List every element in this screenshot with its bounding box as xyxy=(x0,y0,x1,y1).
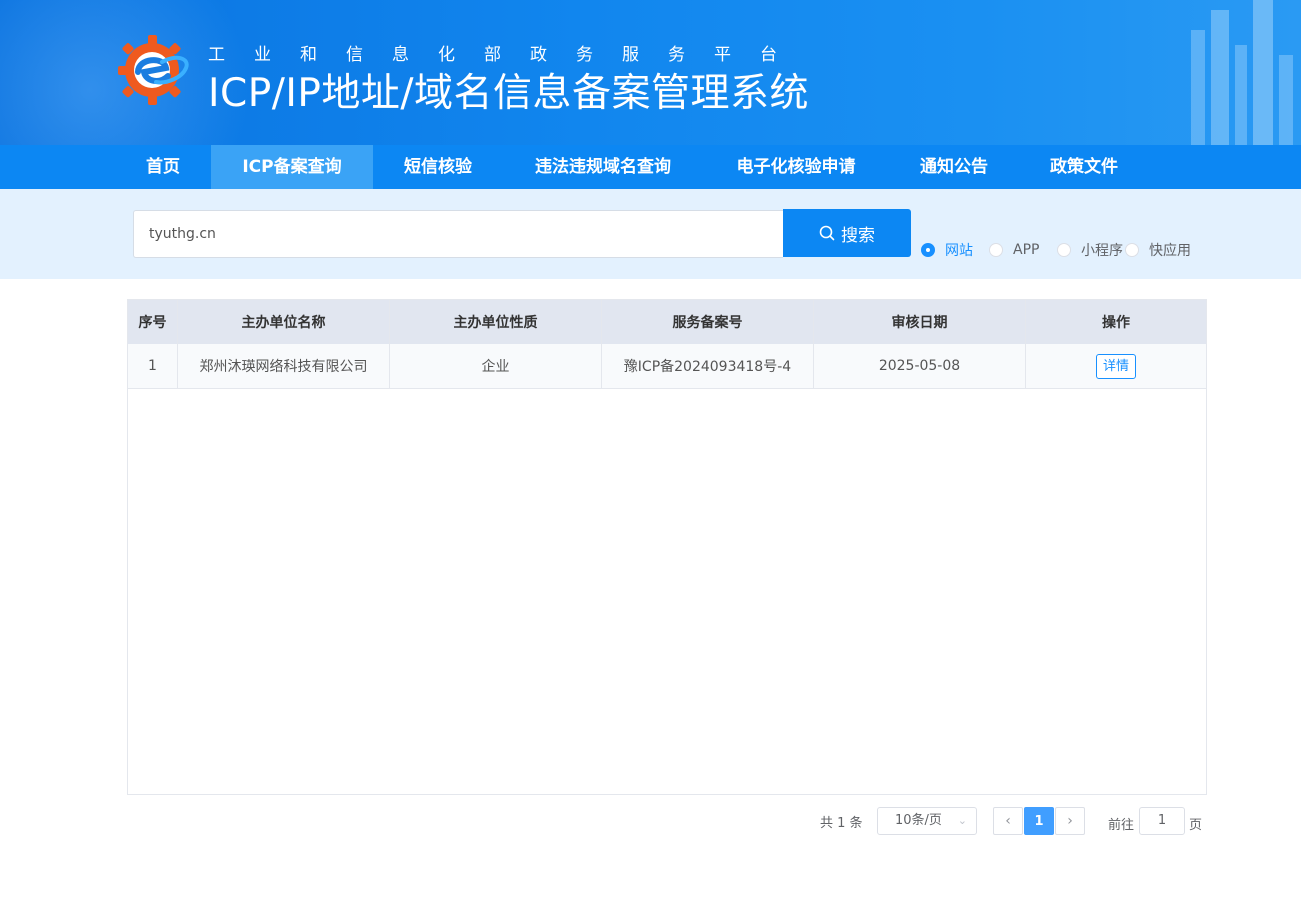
cell-org-name: 郑州沐瑛网络科技有限公司 xyxy=(178,344,390,388)
system-title: ICP/IP地址/域名信息备案管理系统 xyxy=(208,71,810,116)
page-size-value: 10条/页 xyxy=(895,813,942,828)
chevron-right-icon: › xyxy=(1067,813,1073,829)
radio-dot-icon xyxy=(989,243,1003,257)
chevron-down-icon: ⌄ xyxy=(957,814,967,827)
cell-date: 2025-05-08 xyxy=(814,344,1026,388)
goto-page-input[interactable]: 1 xyxy=(1139,807,1185,835)
col-header-org-name: 主办单位名称 xyxy=(178,300,390,344)
page-size-select[interactable]: 10条/页 ⌄ xyxy=(877,807,977,835)
col-header-org-type: 主办单位性质 xyxy=(390,300,602,344)
nav-icp-query[interactable]: ICP备案查询 xyxy=(211,145,373,189)
city-skyline-decoration xyxy=(1191,0,1293,145)
table-row: 1 郑州沐瑛网络科技有限公司 企业 豫ICP备2024093418号-4 202… xyxy=(128,344,1206,389)
search-button-label: 搜索 xyxy=(841,225,875,246)
pagination-total: 共 1 条 xyxy=(820,816,863,831)
detail-button[interactable]: 详情 xyxy=(1095,353,1136,379)
page-number-current[interactable]: 1 xyxy=(1024,807,1054,835)
nav-electronic-verify[interactable]: 电子化核验申请 xyxy=(720,145,872,189)
radio-mini-program-label: 小程序 xyxy=(1081,243,1123,259)
col-header-date: 审核日期 xyxy=(814,300,1026,344)
goto-prefix-label: 前往 xyxy=(1108,818,1135,833)
table-header: 序号 主办单位名称 主办单位性质 服务备案号 审核日期 操作 xyxy=(128,300,1206,344)
header-banner: 工业和信息化部政务服务平台 ICP/IP地址/域名信息备案管理系统 xyxy=(0,0,1301,145)
prev-page-button[interactable]: ‹ xyxy=(993,807,1023,835)
nav-policy-docs[interactable]: 政策文件 xyxy=(1034,145,1134,189)
cell-action: 详情 xyxy=(1026,344,1206,388)
radio-mini-program[interactable]: 小程序 xyxy=(1057,240,1123,260)
radio-app-label: APP xyxy=(1013,242,1040,258)
results-table: 序号 主办单位名称 主办单位性质 服务备案号 审核日期 操作 1 郑州沐瑛网络科… xyxy=(127,299,1207,795)
radio-quick-app[interactable]: 快应用 xyxy=(1125,240,1191,260)
miit-gear-logo xyxy=(118,35,189,105)
search-input[interactable]: tyuthg.cn xyxy=(133,210,783,258)
next-page-button[interactable]: › xyxy=(1055,807,1085,835)
nav-home[interactable]: 首页 xyxy=(128,145,198,189)
radio-website-label: 网站 xyxy=(945,243,973,259)
cell-org-type: 企业 xyxy=(390,344,602,388)
main-nav: 首页 ICP备案查询 短信核验 违法违规域名查询 电子化核验申请 通知公告 政策… xyxy=(0,145,1301,189)
chevron-left-icon: ‹ xyxy=(1005,813,1011,829)
cell-record-no: 豫ICP备2024093418号-4 xyxy=(602,344,814,388)
radio-dot-icon xyxy=(921,243,935,257)
col-header-index: 序号 xyxy=(128,300,178,344)
cell-index: 1 xyxy=(128,344,178,388)
search-button[interactable]: 搜索 xyxy=(783,209,911,257)
col-header-action: 操作 xyxy=(1102,315,1130,331)
goto-suffix-label: 页 xyxy=(1189,818,1203,833)
radio-quick-app-label: 快应用 xyxy=(1149,243,1191,259)
radio-dot-icon xyxy=(1057,243,1071,257)
radio-app[interactable]: APP xyxy=(989,240,1039,260)
radio-dot-icon xyxy=(1125,243,1139,257)
nav-notices[interactable]: 通知公告 xyxy=(904,145,1004,189)
col-header-record-no: 服务备案号 xyxy=(602,300,814,344)
search-icon xyxy=(819,225,835,241)
radio-website[interactable]: 网站 xyxy=(921,240,973,260)
nav-illegal-domain-query[interactable]: 违法违规域名查询 xyxy=(518,145,688,189)
nav-sms-verify[interactable]: 短信核验 xyxy=(388,145,488,189)
